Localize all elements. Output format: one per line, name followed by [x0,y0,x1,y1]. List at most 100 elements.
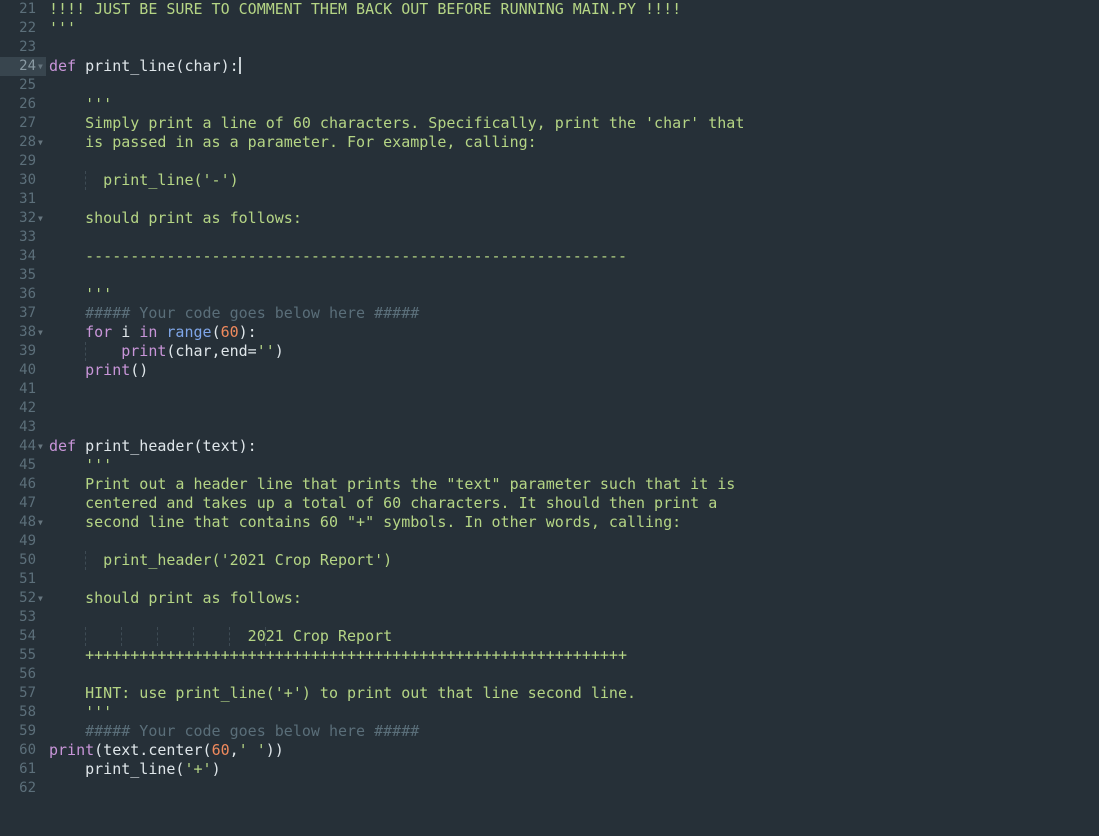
fold-arrow-icon[interactable]: ▼ [38,323,46,342]
comment: ##### Your code goes below here ##### [49,304,420,322]
line-number: 44 ▼ [0,437,46,456]
line-number: 56 [19,666,36,682]
docstring-text: second line that contains 60 "+" symbols… [49,513,682,531]
keyword-for: for [85,323,113,341]
line-number: 41 [19,381,36,397]
code-line[interactable]: 23 [0,38,1099,57]
line-number: 62 [19,780,36,796]
line-number: 37 [19,305,36,321]
docstring-text: print_line('-') [49,171,239,189]
fold-arrow-icon[interactable]: ▼ [38,209,46,228]
function-signature: print_header(text): [76,437,257,455]
line-number: 28 ▼ [0,133,46,152]
paren: ( [211,323,221,341]
fold-arrow-icon[interactable]: ▼ [38,589,46,608]
builtin-range: range [166,323,212,341]
docstring-text: ----------------------------------------… [49,247,627,265]
string-literal: '+' [184,760,212,778]
docstring-text: should print as follows: [49,589,302,607]
docstring-delimiter: ''' [49,95,113,113]
docstring-delimiter: ''' [49,285,113,303]
line-number: 59 [19,723,36,739]
line-number: 52 ▼ [0,589,46,608]
function-call: print_line('+') [49,760,221,778]
fold-arrow-icon[interactable]: ▼ [38,437,46,456]
line-number: 23 [19,39,36,55]
code-line[interactable]: 26 ''' [0,95,1099,114]
code-line[interactable]: 60 print(text.center(60,' ')) [0,741,1099,760]
line-number: 47 [19,495,36,511]
fold-arrow-icon[interactable]: ▼ [38,57,46,76]
code-line[interactable]: 46 Print out a header line that prints t… [0,475,1099,494]
paren: )) [265,741,284,759]
docstring-text: Simply print a line of 60 characters. Sp… [49,114,745,132]
code-line[interactable]: 34 -------------------------------------… [0,247,1099,266]
code-line[interactable]: 53 [0,608,1099,627]
comment: ##### Your code goes below here ##### [49,722,420,740]
fold-arrow-icon[interactable]: ▼ [38,133,46,152]
code-line[interactable]: 61 print_line('+') [0,760,1099,779]
code-line[interactable]: 54 2021 Crop Report [0,627,1099,646]
code-line[interactable]: 62 [0,779,1099,798]
code-line[interactable]: 27 Simply print a line of 60 characters.… [0,114,1099,133]
line-number: 31 [19,191,36,207]
code-line[interactable]: 28 ▼ is passed in as a parameter. For exa… [0,133,1099,152]
code-line[interactable]: 56 [0,665,1099,684]
line-number: 49 [19,533,36,549]
call-args: () [130,361,149,379]
code-line[interactable]: 38 ▼ for i in range(60): [0,323,1099,342]
code-line[interactable]: 37 ##### Your code goes below here ##### [0,304,1099,323]
code-line[interactable]: 59 ##### Your code goes below here ##### [0,722,1099,741]
code-line[interactable]: 48 ▼ second line that contains 60 "+" sym… [0,513,1099,532]
paren: ): [238,323,257,341]
code-line[interactable]: 29 [0,152,1099,171]
docstring-text: is passed in as a parameter. For example… [49,133,537,151]
line-number: 58 [19,704,36,720]
code-line[interactable]: 43 [0,418,1099,437]
code-line[interactable]: 51 [0,570,1099,589]
docstring-text: print_header('2021 Crop Report') [49,551,393,569]
code-line[interactable]: 49 [0,532,1099,551]
line-number: 34 [19,248,36,264]
line-number: 26 [19,96,36,112]
line-number: 50 [19,552,36,568]
code-line[interactable]: 35 [0,266,1099,285]
code-line[interactable]: 55 +++++++++++++++++++++++++++++++++++++… [0,646,1099,665]
code-line[interactable]: 58 ''' [0,703,1099,722]
code-line[interactable]: 25 [0,76,1099,95]
docstring-text: Print out a header line that prints the … [49,475,736,493]
code-line[interactable]: 50 print_header('2021 Crop Report') [0,551,1099,570]
code-line[interactable]: 57 HINT: use print_line('+') to print ou… [0,684,1099,703]
call-args: (text.center( [94,741,212,759]
line-number: 35 [19,267,36,283]
code-line[interactable]: 30 print_line('-') [0,171,1099,190]
number-literal: 60 [220,323,239,341]
code-line[interactable]: 32 ▼ should print as follows: [0,209,1099,228]
docstring-text: HINT: use print_line('+') to print out t… [49,684,636,702]
code-line[interactable]: 44 ▼ def print_header(text): [0,437,1099,456]
code-line[interactable]: 45 ''' [0,456,1099,475]
code-line[interactable]: 52 ▼ should print as follows: [0,589,1099,608]
code-line[interactable]: 47 centered and takes up a total of 60 c… [0,494,1099,513]
code-line[interactable]: 33 [0,228,1099,247]
code-line[interactable]: 40 print() [0,361,1099,380]
loop-variable: i [112,323,140,341]
code-line[interactable]: 36 ''' [0,285,1099,304]
code-editor[interactable]: 21 !!!! JUST BE SURE TO COMMENT THEM BAC… [0,0,1099,800]
line-number: 30 [19,172,36,188]
line-number: 42 [19,400,36,416]
code-line[interactable]: 41 [0,380,1099,399]
code-line[interactable]: 21 !!!! JUST BE SURE TO COMMENT THEM BAC… [0,0,1099,19]
docstring-text: should print as follows: [49,209,302,227]
code-line[interactable]: 22 ''' [0,19,1099,38]
code-line[interactable]: 42 [0,399,1099,418]
code-line[interactable]: 39 print(char,end='') [0,342,1099,361]
line-number: 21 [19,1,36,17]
paren: ) [274,342,284,360]
fold-arrow-icon[interactable]: ▼ [38,513,46,532]
string-literal: ' ' [238,741,266,759]
code-line-active[interactable]: 24 ▼ def print_line(char): [0,57,1099,76]
line-number: 57 [19,685,36,701]
line-number: 29 [19,153,36,169]
code-line[interactable]: 31 [0,190,1099,209]
